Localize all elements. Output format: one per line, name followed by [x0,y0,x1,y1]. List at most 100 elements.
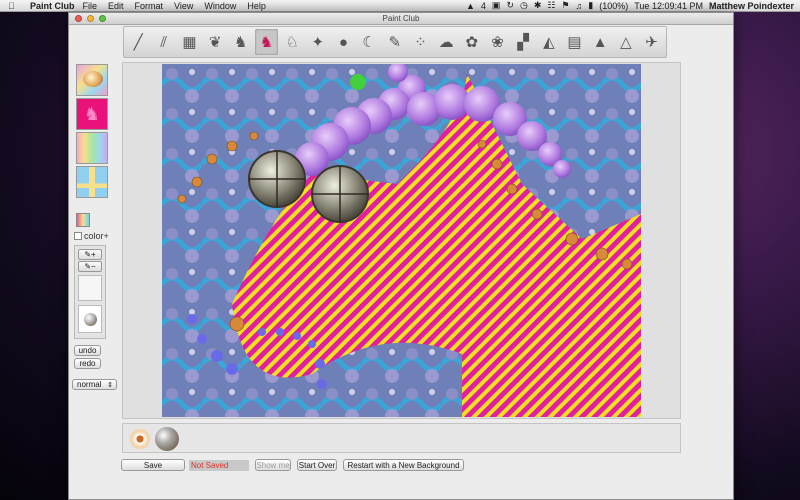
tool-button-scribble[interactable]: ⫽ [153,29,175,55]
menu-view[interactable]: View [174,1,193,11]
undo-button[interactable]: undo [74,345,101,356]
title-bar[interactable]: Paint Club [69,13,733,25]
menu-format[interactable]: Format [135,1,164,11]
scribble-icon: ⫽ [160,33,168,51]
battery-percentage: (100%) [599,0,629,11]
bluetooth-icon[interactable]: ✱ [534,0,542,11]
stamp-preview[interactable] [78,305,102,333]
blend-mode-select[interactable]: normal ⇕ [72,379,117,390]
palette-swatch[interactable] [76,64,108,96]
apple-icon[interactable]:  [8,1,20,11]
minimize-window-button[interactable] [87,15,94,22]
creature-icon: ✦ [311,34,325,51]
tool-button-stack[interactable]: ◭ [538,29,560,55]
notification-count: 4 [480,0,486,11]
canvas-frame [122,62,681,419]
wifi-icon[interactable]: ☷ [547,0,555,11]
blend-mode-value: normal [77,380,102,389]
blob-icon: ☁ [438,34,454,51]
tool-button-triangle[interactable]: △ [615,29,637,55]
menu-window[interactable]: Window [204,1,236,11]
tool-button-cat[interactable]: ♞ [230,29,252,55]
leaf-icon: ❦ [208,34,222,51]
cat-icon: ♞ [234,34,248,51]
menu-edit[interactable]: Edit [108,1,124,11]
tool-button-wolf[interactable]: ♘ [281,29,303,55]
cluster-icon: ✿ [465,34,479,51]
pyramid-icon: ▲ [592,33,608,51]
tool-button-creature[interactable]: ✦ [307,29,329,55]
tool-button-dots[interactable]: ⁘ [409,29,431,55]
user-name[interactable]: Matthew Poindexter [709,1,794,11]
display-icon[interactable]: ▣ [492,0,501,11]
color-plus-checkbox[interactable] [74,232,82,240]
rainbow-stripes-swatch[interactable] [76,132,108,164]
tool-button-checker[interactable]: ▞ [512,29,534,55]
start-over-button[interactable]: Start Over [297,459,337,471]
plaid-swatch[interactable] [76,166,108,198]
brush-panel: ✎+ ✎− [74,245,106,339]
claw-icon: ☾ [362,34,376,51]
close-window-button[interactable] [75,15,82,22]
tool-button-feather[interactable]: ✎ [384,29,406,55]
grid-icon: ▤ [567,34,582,51]
clock[interactable]: Tue 12:09:41 PM [634,1,703,11]
app-menu[interactable]: Paint Club [30,1,75,11]
color-plus-option[interactable]: color+ [74,231,109,241]
status-area: ▲ 4 ▣ ↻ ◷ ✱ ☷ ⚑ ♫ ▮ (100%) Tue 12:09:41 … [466,0,800,11]
stack-icon: ◭ [543,34,555,51]
window-title: Paint Club [382,14,420,23]
brush-size-decrease-button[interactable]: ✎− [78,261,102,272]
redo-button[interactable]: redo [74,358,101,369]
menu-file[interactable]: File [83,1,98,11]
tool-button-leaf[interactable]: ❦ [204,29,226,55]
show-me-button[interactable]: Show me [255,459,291,471]
battery-icon[interactable]: ▮ [588,0,593,11]
stamp-thumbnail-orange[interactable] [128,427,152,451]
tool-button-pyramid[interactable]: ▲ [589,29,611,55]
adobe-icon[interactable]: ▲ [466,1,475,11]
feather-icon: ✎ [388,34,402,51]
tool-button-spiral[interactable]: ❀ [486,29,508,55]
tool-button-circle[interactable]: ● [332,29,354,55]
cat-icon: ♞ [83,103,101,124]
tool-button-brush[interactable]: ╱ [127,29,149,55]
brush-preview [78,275,102,301]
tool-button-bird[interactable]: ✈ [640,29,662,55]
tool-button-cluster[interactable]: ✿ [461,29,483,55]
cat-pink-icon: ♞ [259,34,274,51]
bird-icon: ✈ [645,34,658,51]
chevron-updown-icon: ⇕ [107,381,113,389]
save-status-badge: Not Saved [189,460,249,471]
menu-bar:  Paint Club File Edit Format View Windo… [0,0,800,12]
current-color-swatch[interactable] [76,213,90,227]
brush-size-increase-button[interactable]: ✎+ [78,249,102,260]
save-button[interactable]: Save [121,459,185,471]
tool-button-claw[interactable]: ☾ [358,29,380,55]
stamp-ball-icon [83,312,97,326]
spiral-icon: ❀ [491,34,504,51]
checker-icon: ▞ [517,34,529,51]
wolf-icon: ♘ [285,34,299,51]
circle-icon: ● [338,33,348,51]
sync-icon[interactable]: ↻ [506,0,514,11]
color-plus-label: color+ [84,231,109,241]
tool-button-texture[interactable]: ▦ [178,29,200,55]
dots-icon: ⁘ [414,34,427,51]
cat-pattern-swatch[interactable]: ♞ [76,98,108,130]
restart-new-background-button[interactable]: Restart with a New Background [343,459,464,471]
tool-button-grid[interactable]: ▤ [563,29,585,55]
paint-canvas[interactable] [162,64,641,417]
menu-help[interactable]: Help [247,1,266,11]
paint-club-window: Paint Club ╱ ⫽ ▦ ❦ ♞ ♞ ♘ ✦ ● ☾ ✎ ⁘ ☁ ✿ ❀ ▞ ◭ ▤ ▲ △ ✈ ♞ color… [68,12,734,500]
stamp-thumbnail-strip [122,423,681,453]
zoom-window-button[interactable] [99,15,106,22]
brush-icon: ╱ [133,34,143,51]
brush-toolbar: ╱ ⫽ ▦ ❦ ♞ ♞ ♘ ✦ ● ☾ ✎ ⁘ ☁ ✿ ❀ ▞ ◭ ▤ ▲ △ ✈ [123,26,667,58]
flag-icon[interactable]: ⚑ [561,0,569,11]
volume-icon[interactable]: ♫ [576,1,583,11]
tool-button-cat-pink[interactable]: ♞ [255,29,278,55]
stamp-thumbnail-sphere[interactable] [155,427,179,451]
time-machine-icon[interactable]: ◷ [520,0,528,11]
tool-button-blob[interactable]: ☁ [435,29,457,55]
